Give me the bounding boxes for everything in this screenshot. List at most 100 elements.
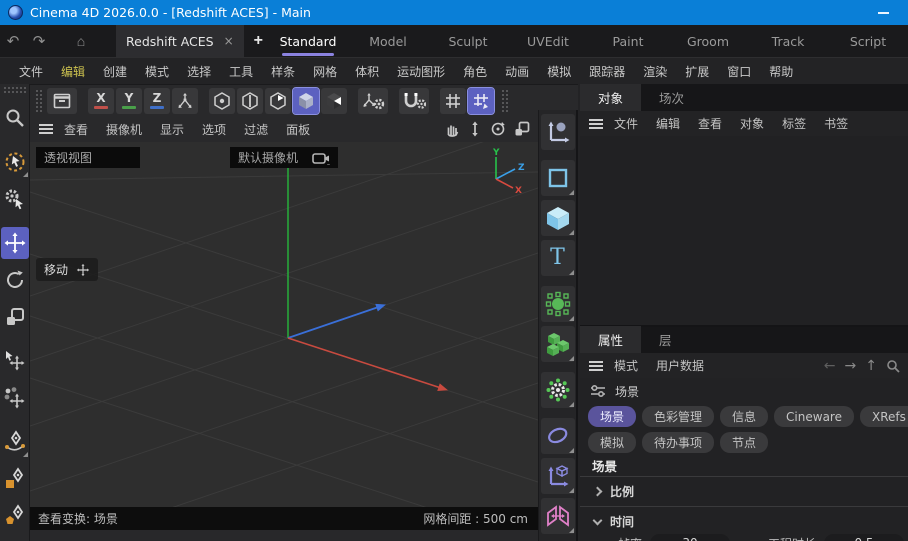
dolly-icon[interactable] (468, 121, 482, 137)
search-icon[interactable] (886, 359, 900, 373)
toolbar-drag-handle-2[interactable] (501, 89, 509, 113)
viewport-menu-display[interactable]: 显示 (152, 121, 192, 138)
live-selection-tool-icon[interactable] (1, 146, 29, 178)
menu-tools[interactable]: 工具 (220, 63, 262, 80)
menu-mesh[interactable]: 网格 (304, 63, 346, 80)
workplane-grid-icon[interactable] (440, 88, 466, 114)
layout-tab-model[interactable]: Model (348, 25, 428, 57)
menu-mode[interactable]: 模式 (136, 63, 178, 80)
move-tool-icon[interactable] (1, 227, 29, 259)
nav-back-icon[interactable]: ← (824, 358, 836, 374)
points-mode-icon[interactable] (209, 88, 235, 114)
om-menu-file[interactable]: 文件 (606, 115, 646, 132)
menu-render[interactable]: 渲染 (634, 63, 676, 80)
menu-simulate[interactable]: 模拟 (538, 63, 580, 80)
tab-layers[interactable]: 层 (641, 326, 690, 353)
layout-tab-uvedit[interactable]: UVEdit (508, 25, 588, 57)
free-axis-icon[interactable] (172, 88, 198, 114)
project-duration-field[interactable]: 0.5 (824, 534, 904, 541)
menu-tracker[interactable]: 跟踪器 (580, 63, 634, 80)
coordinate-box-icon[interactable] (47, 88, 77, 114)
layout-tab-sculpt[interactable]: Sculpt (428, 25, 508, 57)
tab-objects[interactable]: 对象 (580, 84, 641, 111)
document-tab[interactable]: Redshift ACES × (116, 25, 244, 57)
attr-tab-cineware[interactable]: Cineware (774, 406, 854, 427)
attr-tab-scene[interactable]: 场景 (588, 406, 636, 427)
nav-forward-icon[interactable]: → (845, 358, 857, 374)
lock-z-axis-button[interactable]: Z (144, 88, 170, 114)
om-menu-edit[interactable]: 编辑 (648, 115, 688, 132)
nav-up-icon[interactable]: ↑ (865, 358, 877, 374)
polygons-mode-icon[interactable] (265, 88, 291, 114)
subdivision-surface-icon[interactable] (541, 286, 575, 322)
redo-button[interactable]: ↷ (26, 28, 52, 54)
undo-button[interactable]: ↶ (0, 28, 26, 54)
select-move-tool-icon[interactable] (1, 345, 29, 377)
layout-tab-paint[interactable]: Paint (588, 25, 668, 57)
attr-tab-simulation[interactable]: 模拟 (588, 432, 636, 453)
attr-tab-info[interactable]: 信息 (720, 406, 768, 427)
layout-tab-script[interactable]: Script (828, 25, 908, 57)
symmetry-icon[interactable] (541, 498, 575, 534)
fps-value-field[interactable]: 30 (650, 534, 730, 541)
om-menu-bookmarks[interactable]: 书签 (816, 115, 856, 132)
tab-attributes[interactable]: 属性 (580, 326, 641, 353)
layout-tab-track[interactable]: Track (748, 25, 828, 57)
polygon-spline-tool-icon[interactable] (1, 500, 29, 532)
attribute-manager-hamburger-icon[interactable] (588, 360, 604, 372)
viewport-menu-panel[interactable]: 面板 (278, 121, 318, 138)
viewport-hamburger-icon[interactable] (38, 123, 54, 135)
magnify-tool-icon[interactable] (1, 102, 29, 134)
field-axis-icon[interactable] (541, 458, 575, 494)
menu-file[interactable]: 文件 (10, 63, 52, 80)
orbit-icon[interactable] (490, 121, 506, 137)
multi-move-tool-icon[interactable] (1, 382, 29, 414)
lock-y-axis-button[interactable]: Y (116, 88, 142, 114)
orientation-gizmo[interactable]: Y Z X (482, 148, 528, 194)
axis-settings-icon[interactable] (358, 88, 388, 114)
cloner-icon[interactable] (541, 326, 575, 362)
quantize-grid-icon[interactable] (468, 88, 494, 114)
om-menu-objects[interactable]: 对象 (732, 115, 772, 132)
model-mode-icon[interactable] (293, 88, 319, 114)
texture-mode-icon[interactable] (321, 88, 347, 114)
menu-volume[interactable]: 体积 (346, 63, 388, 80)
close-tab-icon[interactable]: × (224, 34, 234, 48)
tweak-tool-icon[interactable] (1, 183, 29, 215)
maximize-view-icon[interactable] (514, 121, 530, 137)
viewport-menu-options[interactable]: 选项 (194, 121, 234, 138)
om-menu-tags[interactable]: 标签 (774, 115, 814, 132)
menu-window[interactable]: 窗口 (718, 63, 760, 80)
object-manager-hamburger-icon[interactable] (588, 118, 604, 130)
effector-gear-icon[interactable] (541, 372, 575, 408)
view-name-label[interactable]: 透视视图 (36, 147, 140, 168)
menu-help[interactable]: 帮助 (760, 63, 802, 80)
tab-takes[interactable]: 场次 (641, 84, 702, 111)
layout-tab-groom[interactable]: Groom (668, 25, 748, 57)
camera-icon[interactable] (312, 151, 330, 165)
attr-tab-todo[interactable]: 待办事项 (642, 432, 714, 453)
scale-tool-icon[interactable] (1, 301, 29, 333)
snap-settings-icon[interactable] (399, 88, 429, 114)
menu-edit[interactable]: 编辑 (52, 63, 94, 80)
spline-pen-tool-icon[interactable] (1, 426, 29, 458)
menu-animate[interactable]: 动画 (496, 63, 538, 80)
minimize-button[interactable] (866, 0, 900, 25)
viewport-menu-filter[interactable]: 过滤 (236, 121, 276, 138)
menu-character[interactable]: 角色 (454, 63, 496, 80)
cube-primitive-icon[interactable] (541, 200, 575, 236)
rectangle-spline-icon[interactable] (541, 160, 575, 196)
am-menu-userdata[interactable]: 用户数据 (648, 357, 712, 374)
menu-mograph[interactable]: 运动图形 (388, 63, 454, 80)
text-spline-icon[interactable]: T (541, 240, 575, 276)
rotate-tool-icon[interactable] (1, 264, 29, 296)
menu-select[interactable]: 选择 (178, 63, 220, 80)
lock-x-axis-button[interactable]: X (88, 88, 114, 114)
toolbar-drag-handle[interactable] (35, 89, 43, 113)
attr-tab-xrefs[interactable]: XRefs (860, 406, 908, 427)
camera-label-group[interactable]: 默认摄像机 (230, 147, 338, 168)
arrows-sphere-icon[interactable] (541, 114, 575, 150)
attr-tab-nodes[interactable]: 节点 (720, 432, 768, 453)
object-list[interactable] (580, 136, 908, 325)
attr-tab-color-management[interactable]: 色彩管理 (642, 406, 714, 427)
